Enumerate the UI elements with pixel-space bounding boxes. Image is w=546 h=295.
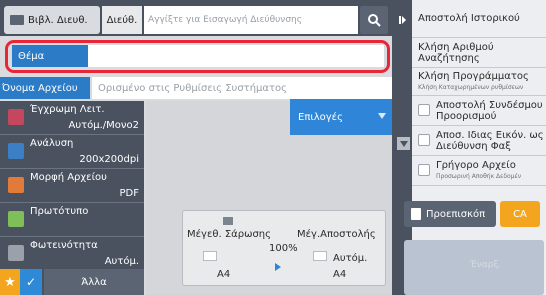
file-format-icon bbox=[8, 177, 24, 193]
address-tab[interactable]: Διεύθ. bbox=[102, 6, 142, 34]
options-button[interactable]: Επιλογές bbox=[290, 99, 392, 135]
same-image-fax-checkbox[interactable] bbox=[418, 134, 430, 146]
rp-item-main: Αποσ. Ιδιας Εικόν. ως Διεύθυνση Φαξ bbox=[436, 130, 544, 152]
resolution-icon bbox=[8, 143, 24, 159]
filename-input[interactable]: Ορισμένο στις Ρυθμίσεις Συστήματος bbox=[92, 77, 392, 99]
setting-brightness[interactable]: Φωτεινότητα Αυτόμ. bbox=[0, 237, 144, 271]
start-label: Έναρξ. bbox=[470, 260, 502, 270]
check-icon: ✓ bbox=[25, 275, 37, 289]
rp-item-sub: Προσωρινή Αποθήκ Δεδομέν bbox=[436, 173, 522, 180]
check-button[interactable]: ✓ bbox=[20, 269, 42, 295]
arrow-right-icon bbox=[275, 263, 281, 271]
quick-file-checkbox[interactable] bbox=[418, 164, 430, 176]
filename-row[interactable]: Όνομα Αρχείου Ορισμένο στις Ρυθμίσεις Συ… bbox=[0, 77, 392, 99]
scanner-icon bbox=[223, 217, 233, 225]
setting-title: Πρωτότυπο bbox=[30, 206, 89, 217]
program-call-item[interactable]: Κλήση Προγράμματος Κλήση Καταχωρημένων ρ… bbox=[412, 68, 546, 96]
setting-value: 200x200dpi bbox=[79, 154, 139, 165]
rp-item-main: Κλήση Αριθμού Αναζήτησης bbox=[418, 42, 494, 64]
filename-label: Όνομα Αρχείου bbox=[0, 77, 90, 99]
other-button[interactable]: Άλλα bbox=[44, 269, 144, 295]
setting-value: PDF bbox=[119, 188, 139, 199]
subject-row[interactable]: Θέμα bbox=[12, 45, 384, 67]
address-book-label: Βιβλ. Διευθ. bbox=[28, 14, 88, 26]
chevron-down-icon bbox=[378, 113, 386, 119]
search-button[interactable] bbox=[360, 6, 388, 34]
setting-title: Μορφή Αρχείου bbox=[30, 172, 107, 183]
send-paper-size: A4 bbox=[333, 269, 347, 280]
setting-value: Αυτόμ. bbox=[104, 256, 139, 267]
setting-title: Ανάλυση bbox=[30, 138, 74, 149]
quick-file-item[interactable]: Γρήγορο Αρχείο Προσωρινή Αποθήκ Δεδομέν bbox=[412, 156, 546, 186]
original-icon bbox=[8, 211, 24, 227]
search-number-call-item[interactable]: Κλήση Αριθμού Αναζήτησης bbox=[412, 38, 546, 68]
address-input[interactable]: Αγγίξτε για Εισαγωγή Διεύθυνσης bbox=[144, 6, 358, 34]
link-send-item[interactable]: Αποστολή Συνδέσμου Προορισμού bbox=[412, 96, 546, 126]
ca-button[interactable]: CA bbox=[500, 201, 540, 227]
scroll-down-button[interactable] bbox=[397, 137, 410, 150]
rp-item-main: Κλήση Προγράμματος bbox=[418, 71, 529, 82]
link-send-checkbox[interactable] bbox=[418, 104, 430, 116]
address-book-button[interactable]: Βιβλ. Διευθ. bbox=[4, 6, 100, 34]
same-image-fax-item[interactable]: Αποσ. Ιδιας Εικόν. ως Διεύθυνση Φαξ bbox=[412, 126, 546, 156]
brightness-icon bbox=[8, 245, 24, 261]
setting-original[interactable]: Πρωτότυπο bbox=[0, 203, 144, 237]
rp-item-main: Γρήγορο Αρχείο bbox=[436, 160, 516, 171]
preview-label: Προεπισκόπ bbox=[426, 208, 486, 220]
subject-input[interactable] bbox=[88, 45, 384, 67]
scroll-down-icon bbox=[399, 140, 408, 147]
subject-label: Θέμα bbox=[12, 45, 88, 67]
panel-toggle-icon[interactable] bbox=[392, 10, 412, 30]
scan-send-size-panel[interactable]: Μέγεθ. Σάρωσης Μέγ.Αποστολής 100% Αυτόμ.… bbox=[182, 210, 386, 286]
scan-paper-size: A4 bbox=[217, 269, 231, 280]
setting-file-format[interactable]: Μορφή Αρχείου PDF bbox=[0, 169, 144, 203]
setting-title: Έγχρωμη Λειτ. bbox=[30, 104, 105, 115]
history-send-item[interactable]: Αποστολή Ιστορικού bbox=[412, 0, 546, 38]
options-label: Επιλογές bbox=[298, 111, 343, 123]
setting-color-mode[interactable]: Έγχρωμη Λειτ. Αυτόμ./Μονο2 bbox=[0, 101, 144, 135]
send-paper-icon bbox=[313, 251, 327, 261]
ratio-value: 100% bbox=[269, 243, 298, 254]
rp-item-main: Αποστολή Συνδέσμου Προορισμού bbox=[436, 100, 543, 122]
send-size-value: Αυτόμ. bbox=[333, 253, 368, 264]
setting-value: Αυτόμ./Μονο2 bbox=[68, 120, 140, 131]
search-icon bbox=[368, 14, 381, 27]
setting-title: Φωτεινότητα bbox=[30, 240, 98, 251]
preview-icon bbox=[411, 208, 421, 220]
scan-size-label: Μέγεθ. Σάρωσης bbox=[187, 229, 272, 240]
favorite-button[interactable]: ★ bbox=[0, 269, 20, 295]
bottom-left-bar: ★ ✓ Άλλα bbox=[0, 269, 144, 295]
start-button[interactable]: Έναρξ. bbox=[404, 240, 544, 295]
preview-button[interactable]: Προεπισκόπ bbox=[404, 201, 496, 227]
setting-resolution[interactable]: Ανάλυση 200x200dpi bbox=[0, 135, 144, 169]
rp-item-main: Αποστολή Ιστορικού bbox=[418, 13, 520, 24]
address-book-icon bbox=[10, 15, 24, 25]
star-icon: ★ bbox=[4, 274, 16, 290]
send-size-label: Μέγ.Αποστολής bbox=[297, 229, 376, 240]
color-mode-icon bbox=[8, 109, 24, 125]
rp-item-sub: Κλήση Καταχωρημένων ρυθμίσεων bbox=[418, 84, 524, 91]
scan-paper-icon bbox=[203, 251, 217, 261]
